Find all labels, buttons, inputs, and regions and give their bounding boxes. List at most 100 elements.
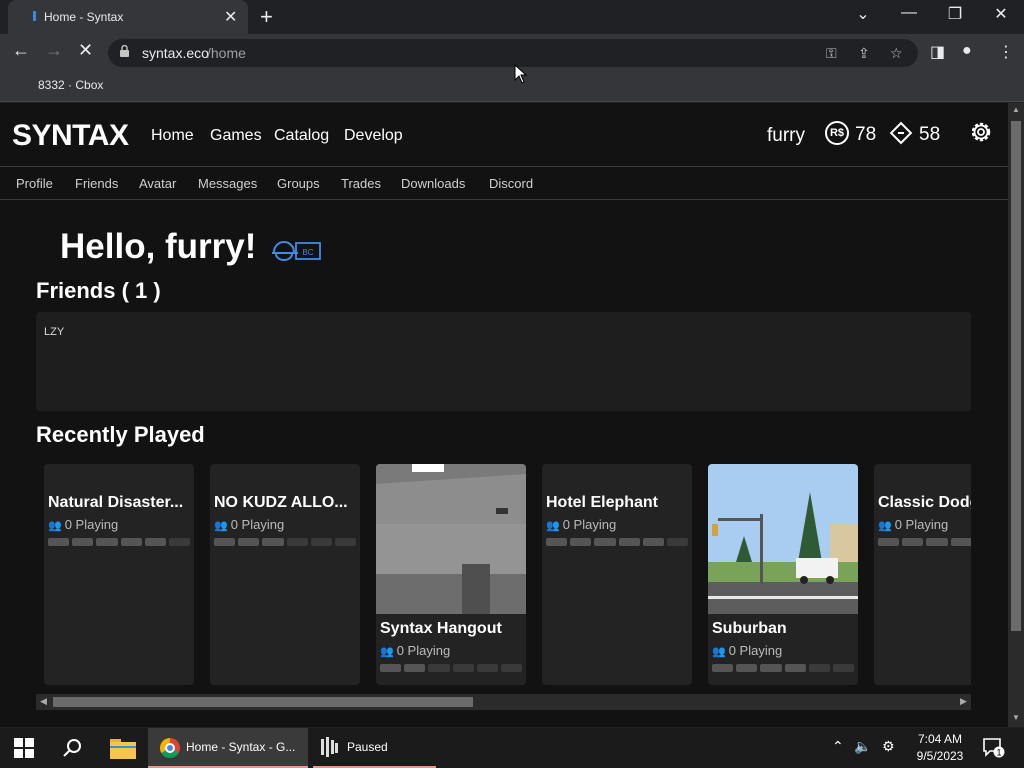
game-name: Natural Disaster... bbox=[48, 494, 184, 511]
close-tab-icon[interactable]: ✕ bbox=[224, 7, 237, 27]
browser-tab[interactable]: Home - Syntax ✕ bbox=[8, 0, 248, 34]
game-playing-count: 👥 0 Playing bbox=[214, 517, 285, 532]
mouse-cursor-icon bbox=[514, 64, 528, 84]
site-logo[interactable]: SYNTAX bbox=[12, 119, 129, 153]
game-name: NO KUDZ ALLO... bbox=[214, 494, 348, 511]
sub-navigation: Profile Friends Avatar Messages Groups T… bbox=[0, 167, 1008, 200]
tab-search-icon[interactable]: ⌄ bbox=[840, 4, 886, 24]
taskbar-chrome-label: Home - Syntax - G... bbox=[186, 740, 296, 754]
clock-time[interactable]: 7:04 AM bbox=[915, 732, 965, 746]
settings-icon[interactable]: ⚙ bbox=[882, 738, 895, 755]
players-icon: 👥 bbox=[48, 520, 62, 532]
game-rating-bar bbox=[878, 538, 971, 546]
scroll-right-icon[interactable]: ▶ bbox=[960, 696, 967, 707]
chrome-icon bbox=[160, 738, 180, 758]
side-panel-icon[interactable]: ◨ bbox=[930, 42, 945, 62]
svg-text:1: 1 bbox=[996, 748, 1001, 758]
volume-icon[interactable]: 🔈 bbox=[854, 738, 871, 755]
page-content: SYNTAX Home Games Catalog Develop furry … bbox=[0, 103, 1008, 727]
players-icon: 👥 bbox=[214, 520, 228, 532]
friends-section-title: Friends ( 1 ) bbox=[36, 278, 161, 303]
site-header: SYNTAX Home Games Catalog Develop furry … bbox=[0, 103, 1008, 167]
game-card-suburban[interactable]: Suburban 👥 0 Playing bbox=[708, 464, 858, 685]
bookmark-item[interactable]: 8332 · Cbox bbox=[38, 78, 103, 92]
settings-gear-icon[interactable] bbox=[968, 119, 994, 145]
game-card-classic-dodgeball[interactable]: Classic Dodg 👥 0 Playing bbox=[874, 464, 971, 685]
friend-item[interactable]: LZY bbox=[44, 326, 64, 338]
recently-played-title: Recently Played bbox=[36, 422, 205, 447]
robux-icon: R$ bbox=[825, 121, 849, 145]
scrollbar-thumb[interactable] bbox=[53, 697, 473, 707]
nav-develop[interactable]: Develop bbox=[344, 127, 403, 145]
back-icon[interactable]: ← bbox=[12, 40, 30, 61]
bookmark-star-icon[interactable]: ☆ bbox=[890, 45, 903, 62]
friends-list: LZY bbox=[36, 312, 971, 411]
subnav-trades[interactable]: Trades bbox=[341, 176, 381, 191]
game-card-no-kudz[interactable]: NO KUDZ ALLO... 👥 0 Playing bbox=[210, 464, 360, 685]
show-hidden-icons-icon[interactable]: ⌃ bbox=[832, 738, 844, 755]
recently-played-carousel: Natural Disaster... 👥 0 Playing NO KUDZ A… bbox=[36, 455, 971, 695]
tab-title: Home - Syntax bbox=[44, 10, 124, 24]
carousel-scrollbar[interactable]: ◀ ▶ bbox=[36, 694, 971, 710]
clock-date[interactable]: 9/5/2023 bbox=[911, 749, 969, 763]
nav-catalog[interactable]: Catalog bbox=[274, 127, 329, 145]
file-explorer-icon[interactable] bbox=[110, 737, 136, 759]
game-playing-count: 👥 0 Playing bbox=[546, 517, 617, 532]
game-thumbnail bbox=[376, 464, 526, 614]
game-name: Classic Dodg bbox=[878, 494, 971, 511]
taskbar-chrome-window[interactable]: Home - Syntax - G... bbox=[148, 728, 308, 768]
game-card-natural-disaster[interactable]: Natural Disaster... 👥 0 Playing bbox=[44, 464, 194, 685]
tix-icon bbox=[889, 121, 913, 145]
tix-balance[interactable]: 58 bbox=[919, 124, 940, 146]
game-name: Syntax Hangout bbox=[380, 620, 502, 637]
subnav-downloads[interactable]: Downloads bbox=[401, 176, 465, 191]
game-rating-bar bbox=[48, 538, 191, 546]
game-rating-bar bbox=[712, 664, 855, 672]
subnav-friends[interactable]: Friends bbox=[75, 176, 118, 191]
browser-tab-bar: Home - Syntax ✕ + ⌄ — ❐ ✕ bbox=[0, 0, 1024, 34]
key-icon[interactable]: ⚿ bbox=[826, 45, 837, 62]
forward-icon[interactable]: → bbox=[45, 40, 63, 61]
subnav-groups[interactable]: Groups bbox=[277, 176, 320, 191]
taskbar-paused-label: Paused bbox=[347, 740, 388, 754]
game-playing-count: 👥 0 Playing bbox=[48, 517, 119, 532]
nav-games[interactable]: Games bbox=[210, 127, 262, 145]
new-tab-button[interactable]: + bbox=[260, 4, 273, 30]
windows-start-icon[interactable] bbox=[14, 738, 34, 758]
url-domain: syntax.eco bbox=[142, 45, 209, 61]
close-window-button[interactable]: ✕ bbox=[978, 4, 1024, 24]
restore-button[interactable]: ❐ bbox=[932, 4, 978, 24]
game-card-hotel-elephant[interactable]: Hotel Elephant 👥 0 Playing bbox=[542, 464, 692, 685]
address-bar[interactable]: syntax.eco /home ⚿ ⇪ ☆ bbox=[108, 39, 918, 67]
subnav-discord[interactable]: Discord bbox=[489, 176, 533, 191]
subnav-profile[interactable]: Profile bbox=[16, 176, 53, 191]
minimize-button[interactable]: — bbox=[886, 4, 932, 22]
profile-icon[interactable]: ● bbox=[962, 42, 972, 60]
greeting-heading: Hello, furry! bbox=[60, 227, 257, 266]
scroll-up-icon[interactable]: ▲ bbox=[1012, 105, 1020, 114]
scroll-left-icon[interactable]: ◀ bbox=[40, 696, 47, 707]
menu-icon[interactable]: ⋮ bbox=[998, 42, 1014, 62]
scroll-down-icon[interactable]: ▼ bbox=[1012, 713, 1020, 722]
search-icon[interactable] bbox=[60, 736, 84, 760]
stop-loading-icon[interactable]: ✕ bbox=[78, 40, 93, 61]
game-card-syntax-hangout[interactable]: Syntax Hangout 👥 0 Playing bbox=[376, 464, 526, 685]
notification-center-icon[interactable]: 1 bbox=[983, 738, 1005, 758]
subnav-avatar[interactable]: Avatar bbox=[139, 176, 176, 191]
bookmarks-bar: 8332 · Cbox bbox=[0, 70, 1024, 102]
game-rating-bar bbox=[214, 538, 357, 546]
favicon-icon bbox=[33, 11, 36, 21]
lock-icon bbox=[120, 45, 129, 57]
username-link[interactable]: furry bbox=[767, 125, 805, 147]
players-icon: 👥 bbox=[712, 646, 726, 658]
scrollbar-thumb[interactable] bbox=[1011, 121, 1021, 631]
game-rating-bar bbox=[546, 538, 689, 546]
builders-club-badge: BC bbox=[272, 241, 321, 261]
game-thumbnail bbox=[708, 464, 858, 614]
nav-home[interactable]: Home bbox=[151, 127, 194, 145]
share-icon[interactable]: ⇪ bbox=[858, 45, 870, 62]
taskbar-paused-window[interactable]: Paused bbox=[313, 728, 436, 768]
robux-balance[interactable]: 78 bbox=[855, 124, 876, 146]
subnav-messages[interactable]: Messages bbox=[198, 176, 257, 191]
page-scrollbar[interactable]: ▲ ▼ bbox=[1008, 103, 1024, 727]
